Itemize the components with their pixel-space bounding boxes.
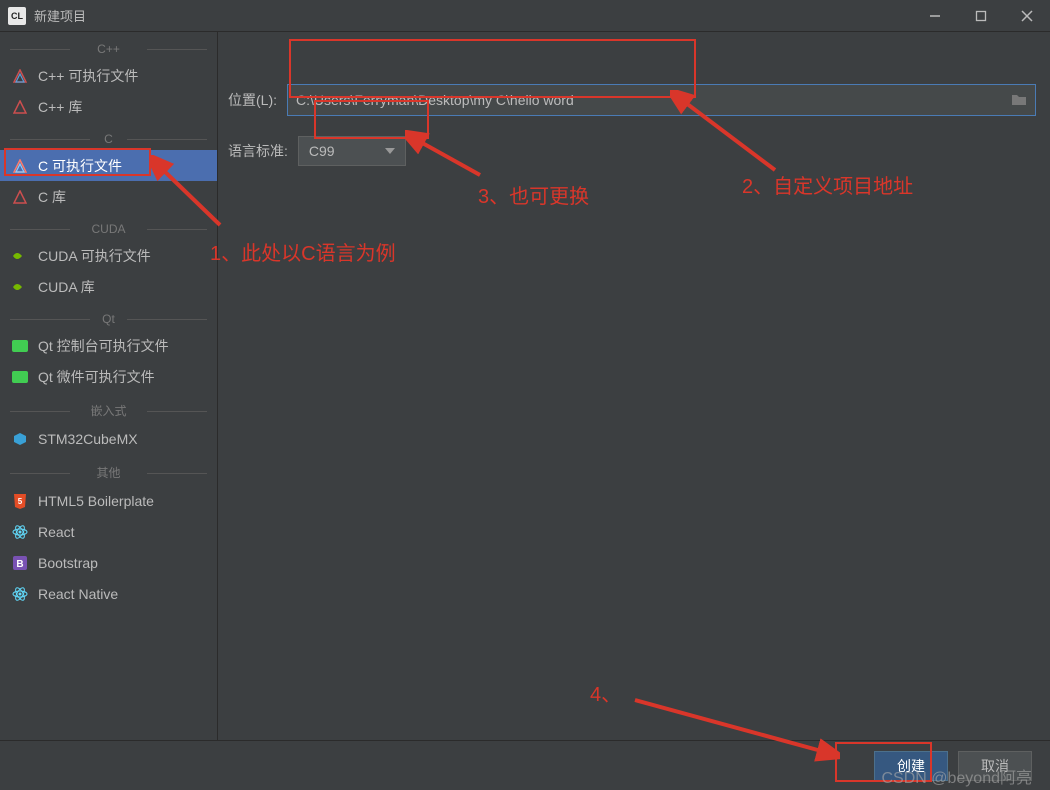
window-controls bbox=[912, 0, 1050, 31]
sidebar-item-label: C 库 bbox=[38, 187, 66, 207]
sidebar-item-label: React Native bbox=[38, 586, 118, 602]
sidebar-item-label: STM32CubeMX bbox=[38, 431, 138, 447]
dialog-footer: 创建 取消 bbox=[0, 740, 1050, 790]
nvidia-icon bbox=[12, 279, 28, 295]
location-input[interactable] bbox=[296, 92, 1003, 108]
sidebar-item-label: Qt 微件可执行文件 bbox=[38, 367, 155, 387]
browse-folder-icon[interactable] bbox=[1011, 92, 1027, 109]
sidebar-item-cuda-exec[interactable]: CUDA 可执行文件 bbox=[0, 240, 217, 271]
sidebar-item-label: HTML5 Boilerplate bbox=[38, 493, 154, 509]
maximize-button[interactable] bbox=[958, 0, 1004, 32]
sidebar-item-cpp-exec[interactable]: C++ 可执行文件 bbox=[0, 60, 217, 91]
svg-text:5: 5 bbox=[18, 497, 23, 506]
sidebar-item-label: React bbox=[38, 524, 75, 540]
sidebar-item-cuda-lib[interactable]: CUDA 库 bbox=[0, 271, 217, 302]
sidebar-item-react-native[interactable]: React Native bbox=[0, 578, 217, 609]
standard-label: 语言标准: bbox=[228, 141, 288, 161]
sidebar-item-stm32[interactable]: STM32CubeMX bbox=[0, 423, 217, 454]
dropdown-value: C99 bbox=[309, 143, 335, 159]
sidebar-item-label: C++ 库 bbox=[38, 97, 82, 117]
sidebar-item-label: C++ 可执行文件 bbox=[38, 66, 138, 86]
category-cpp: C++ bbox=[0, 42, 217, 56]
sidebar-item-react[interactable]: React bbox=[0, 516, 217, 547]
html5-icon: 5 bbox=[12, 493, 28, 509]
project-type-sidebar: C++ C++ 可执行文件 C++ 库 C C 可执行文件 C 库 CUDA C… bbox=[0, 32, 218, 740]
category-cuda: CUDA bbox=[0, 222, 217, 236]
language-standard-dropdown[interactable]: C99 bbox=[298, 136, 406, 166]
create-button[interactable]: 创建 bbox=[874, 751, 948, 781]
sidebar-item-qt-console[interactable]: Qt 控制台可执行文件 bbox=[0, 330, 217, 361]
react-icon bbox=[12, 524, 28, 540]
chevron-down-icon bbox=[385, 148, 395, 154]
sidebar-item-label: Bootstrap bbox=[38, 555, 98, 571]
category-c: C bbox=[0, 132, 217, 146]
sidebar-item-label: CUDA 库 bbox=[38, 277, 95, 297]
triangle-icon bbox=[12, 189, 28, 205]
triangle-icon bbox=[12, 158, 28, 174]
sidebar-item-html5[interactable]: 5 HTML5 Boilerplate bbox=[0, 485, 217, 516]
sidebar-item-c-lib[interactable]: C 库 bbox=[0, 181, 217, 212]
sidebar-item-label: C 可执行文件 bbox=[38, 156, 122, 176]
minimize-button[interactable] bbox=[912, 0, 958, 32]
sidebar-item-bootstrap[interactable]: B Bootstrap bbox=[0, 547, 217, 578]
cancel-button[interactable]: 取消 bbox=[958, 751, 1032, 781]
qt-icon bbox=[12, 369, 28, 385]
category-qt: Qt bbox=[0, 312, 217, 326]
sidebar-item-qt-widgets[interactable]: Qt 微件可执行文件 bbox=[0, 361, 217, 392]
location-row: 位置(L): bbox=[228, 84, 1036, 116]
close-button[interactable] bbox=[1004, 0, 1050, 32]
titlebar: CL 新建项目 bbox=[0, 0, 1050, 32]
sidebar-item-cpp-lib[interactable]: C++ 库 bbox=[0, 91, 217, 122]
category-embedded: 嵌入式 bbox=[0, 402, 217, 419]
content-pane: 位置(L): 语言标准: C99 bbox=[218, 32, 1050, 740]
category-other: 其他 bbox=[0, 464, 217, 481]
qt-icon bbox=[12, 338, 28, 354]
react-icon bbox=[12, 586, 28, 602]
location-input-wrap bbox=[287, 84, 1036, 116]
app-icon: CL bbox=[8, 7, 26, 25]
triangle-icon bbox=[12, 68, 28, 84]
sidebar-item-label: CUDA 可执行文件 bbox=[38, 246, 151, 266]
svg-text:B: B bbox=[16, 559, 23, 570]
cube-icon bbox=[12, 431, 28, 447]
sidebar-item-label: Qt 控制台可执行文件 bbox=[38, 336, 169, 356]
triangle-icon bbox=[12, 99, 28, 115]
location-label: 位置(L): bbox=[228, 90, 277, 110]
nvidia-icon bbox=[12, 248, 28, 264]
standard-row: 语言标准: C99 bbox=[228, 136, 406, 166]
sidebar-item-c-exec[interactable]: C 可执行文件 bbox=[0, 150, 217, 181]
window-title: 新建项目 bbox=[34, 6, 912, 25]
bootstrap-icon: B bbox=[12, 555, 28, 571]
